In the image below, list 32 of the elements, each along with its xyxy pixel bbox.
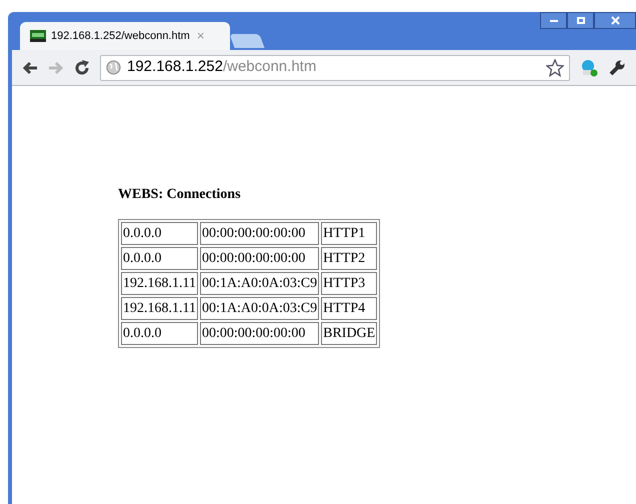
browser-tab[interactable]: 192.168.1.252/webconn.htm × <box>20 22 230 50</box>
table-cell: 00:00:00:00:00:00 <box>200 247 320 270</box>
address-field[interactable]: 192.168.1.252/webconn.htm <box>100 54 570 80</box>
table-cell: 0.0.0.0 <box>121 322 198 345</box>
extension-icon[interactable] <box>580 58 598 76</box>
table-cell: HTTP4 <box>321 297 378 320</box>
minimize-button[interactable] <box>540 12 567 29</box>
table-cell: 00:1A:A0:0A:03:C9 <box>200 272 320 295</box>
page-heading: WEBS: Connections <box>118 186 242 204</box>
wrench-icon[interactable] <box>608 58 626 76</box>
close-icon <box>610 16 620 25</box>
globe-icon <box>106 60 121 75</box>
table-cell: HTTP2 <box>321 247 378 270</box>
star-icon[interactable] <box>546 58 564 76</box>
table-cell: 0.0.0.0 <box>121 247 198 270</box>
table-cell: BRIDGE <box>321 322 378 345</box>
close-button[interactable] <box>594 12 636 29</box>
favicon-icon <box>30 30 46 42</box>
table-cell: 00:00:00:00:00:00 <box>200 322 320 345</box>
back-icon[interactable] <box>22 60 38 74</box>
table-cell: 00:00:00:00:00:00 <box>200 222 320 245</box>
url-text: 192.168.1.252/webconn.htm <box>127 57 316 78</box>
new-tab-button[interactable] <box>229 34 265 48</box>
table-cell: 0.0.0.0 <box>121 222 198 245</box>
tab-title: 192.168.1.252/webconn.htm <box>51 28 190 44</box>
table-cell: HTTP1 <box>321 222 378 245</box>
table-cell: 192.168.1.11 <box>121 272 198 295</box>
reload-icon[interactable] <box>74 60 90 76</box>
table-cell: 192.168.1.11 <box>121 297 198 320</box>
maximize-button[interactable] <box>567 12 594 29</box>
table-cell: 00:1A:A0:0A:03:C9 <box>200 297 320 320</box>
table-cell: HTTP3 <box>321 272 378 295</box>
